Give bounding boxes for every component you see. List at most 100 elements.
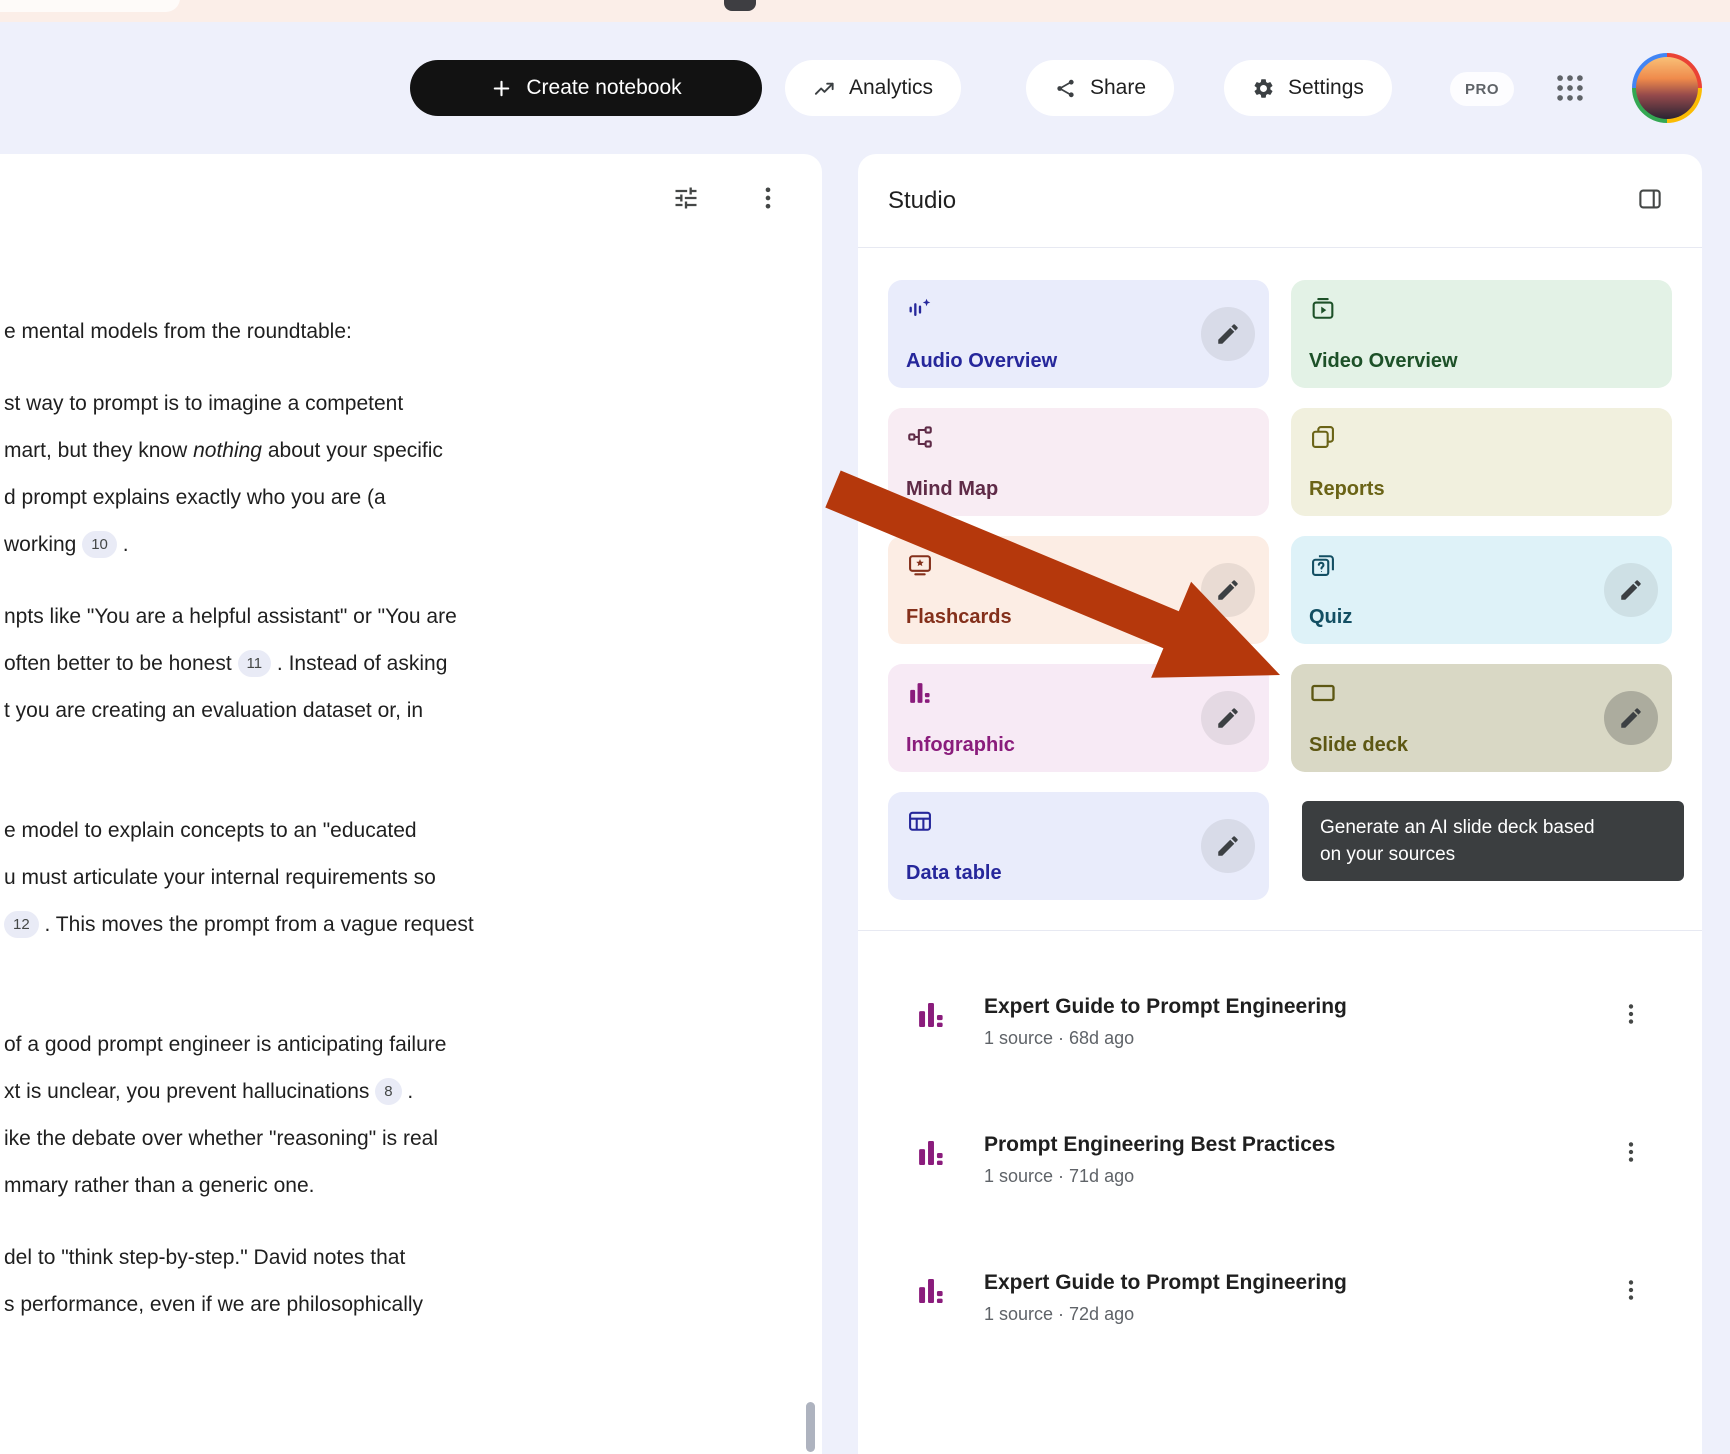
document-line: e mental models from the roundtable:	[4, 308, 822, 355]
text-fragment: st way to prompt is to imagine a compete…	[4, 392, 404, 415]
text-fragment: npts like "You are a helpful assistant" …	[4, 605, 457, 628]
text-fragment: e model to explain concepts to an "educa…	[4, 819, 417, 842]
studio-card-infographic[interactable]: Infographic	[888, 664, 1269, 772]
create-notebook-label: Create notebook	[526, 76, 682, 99]
paragraph: npts like "You are a helpful assistant" …	[4, 593, 822, 734]
document-line: d prompt explains exactly who you are (a	[4, 474, 822, 521]
studio-card-slide-deck[interactable]: Slide deck	[1291, 664, 1672, 772]
analytics-label: Analytics	[849, 76, 934, 99]
studio-output-item[interactable]: Expert Guide to Prompt Engineering 1 sour…	[914, 1271, 1646, 1325]
document-line: mart, but they know nothing about your s…	[4, 427, 822, 474]
pencil-icon	[1215, 833, 1241, 859]
studio-card-audio-overview[interactable]: Audio Overview	[888, 280, 1269, 388]
studio-output-item[interactable]: Expert Guide to Prompt Engineering 1 sour…	[914, 995, 1646, 1049]
paragraph: of a good prompt engineer is anticipatin…	[4, 1021, 822, 1209]
chat-panel-header	[0, 154, 822, 246]
scrollbar-thumb[interactable]	[806, 1402, 815, 1452]
tooltip-line: Generate an AI slide deck based	[1320, 817, 1595, 838]
studio-card-reports[interactable]: Reports	[1291, 408, 1672, 516]
apps-grid-icon	[1553, 71, 1587, 105]
studio-output-list: Expert Guide to Prompt Engineering 1 sour…	[858, 931, 1702, 1325]
pro-badge: PRO	[1450, 72, 1515, 106]
tooltip-line: on your sources	[1320, 844, 1456, 865]
document-line: ike the debate over whether "reasoning" …	[4, 1115, 822, 1162]
pencil-icon	[1618, 577, 1644, 603]
card-label: Reports	[1309, 478, 1385, 500]
output-item-text: Expert Guide to Prompt Engineering 1 sour…	[984, 1271, 1347, 1325]
card-label: Video Overview	[1309, 350, 1458, 372]
card-label: Flashcards	[906, 606, 1012, 628]
studio-card-video-overview[interactable]: Video Overview	[1291, 280, 1672, 388]
edit-infographic-button[interactable]	[1201, 691, 1255, 745]
citation-badge[interactable]: 8	[375, 1078, 402, 1105]
card-label: Infographic	[906, 734, 1015, 756]
plus-icon	[490, 77, 513, 100]
pencil-icon	[1215, 577, 1241, 603]
chat-settings-button[interactable]	[666, 178, 706, 221]
studio-card-data-table[interactable]: Data table	[888, 792, 1269, 900]
document-line: e model to explain concepts to an "educa…	[4, 807, 822, 854]
studio-card-flashcards[interactable]: Flashcards	[888, 536, 1269, 644]
account-avatar[interactable]	[1632, 53, 1702, 123]
browser-top-strip	[0, 0, 1730, 22]
card-label: Mind Map	[906, 478, 999, 500]
text-fragment: .	[116, 533, 129, 556]
document-line: of a good prompt engineer is anticipatin…	[4, 1021, 822, 1068]
output-item-menu-button[interactable]	[1616, 1137, 1646, 1170]
citation-badge[interactable]: 10	[82, 531, 117, 558]
text-fragment: s performance, even if we are philosophi…	[4, 1293, 424, 1316]
infographic-icon	[914, 1136, 948, 1170]
italic-text: nothing	[193, 439, 262, 462]
card-label: Audio Overview	[906, 350, 1058, 372]
document-line: often better to be honest 11 . Instead o…	[4, 640, 822, 687]
panel-right-icon	[1636, 185, 1664, 213]
text-fragment: often better to be honest	[4, 652, 238, 675]
text-fragment: mmary rather than a generic one.	[4, 1174, 315, 1197]
edit-quiz-button[interactable]	[1604, 563, 1658, 617]
settings-button[interactable]: Settings	[1224, 60, 1392, 116]
citation-badge[interactable]: 12	[4, 911, 39, 938]
share-button[interactable]: Share	[1026, 60, 1175, 116]
settings-label: Settings	[1288, 76, 1364, 99]
text-fragment: .	[401, 1080, 414, 1103]
notebooklm-app: Create notebook Analytics Share Settings…	[0, 0, 1730, 1454]
audio-waveform-icon	[906, 295, 934, 323]
output-item-menu-button[interactable]	[1616, 999, 1646, 1032]
studio-card-quiz[interactable]: Quiz	[1291, 536, 1672, 644]
edit-audio-overview-button[interactable]	[1201, 307, 1255, 361]
more-vert-icon	[1618, 1139, 1644, 1165]
browser-chrome-remnant	[0, 0, 180, 12]
edit-slide-deck-button[interactable]	[1604, 691, 1658, 745]
paragraph: del to "think step-by-step." David notes…	[4, 1234, 822, 1328]
document-line: st way to prompt is to imagine a compete…	[4, 380, 822, 427]
analytics-button[interactable]: Analytics	[785, 60, 962, 116]
trending-up-icon	[813, 77, 836, 100]
document-line: t you are creating an evaluation dataset…	[4, 687, 822, 734]
infographic-icon	[914, 998, 948, 1032]
reports-icon	[1309, 423, 1337, 451]
studio-output-item[interactable]: Prompt Engineering Best Practices 1 sourc…	[914, 1133, 1646, 1187]
edit-data-table-button[interactable]	[1201, 819, 1255, 873]
infographic-icon	[906, 679, 934, 707]
infographic-icon	[914, 1274, 948, 1308]
collapse-panel-button[interactable]	[1630, 179, 1670, 222]
output-item-title: Prompt Engineering Best Practices	[984, 1133, 1336, 1156]
output-item-meta: 1 source · 71d ago	[984, 1166, 1135, 1186]
data-table-icon	[906, 807, 934, 835]
document-line: 12 . This moves the prompt from a vague …	[4, 901, 822, 948]
card-label: Quiz	[1309, 606, 1353, 628]
more-vert-icon	[754, 184, 782, 212]
text-fragment: . Instead of asking	[271, 652, 448, 675]
studio-card-mind-map[interactable]: Mind Map	[888, 408, 1269, 516]
pencil-icon	[1618, 705, 1644, 731]
edit-flashcards-button[interactable]	[1201, 563, 1255, 617]
apps-grid-button[interactable]	[1551, 69, 1589, 107]
document-line: del to "think step-by-step." David notes…	[4, 1234, 822, 1281]
chat-panel-menu-button[interactable]	[748, 178, 788, 221]
citation-badge[interactable]: 11	[237, 650, 272, 677]
paragraph: e mental models from the roundtable:	[4, 308, 822, 355]
create-notebook-button[interactable]: Create notebook	[410, 60, 762, 116]
video-overview-icon	[1309, 295, 1337, 323]
output-item-menu-button[interactable]	[1616, 1275, 1646, 1308]
tune-icon	[672, 184, 700, 212]
